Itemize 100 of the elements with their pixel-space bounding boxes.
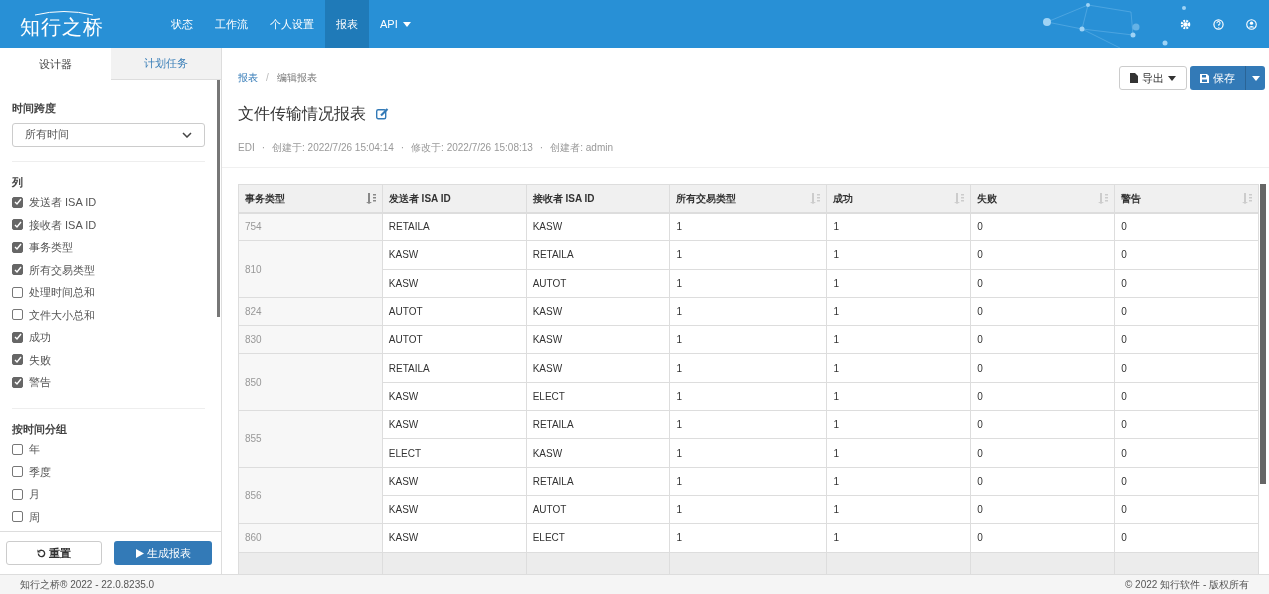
table-cell: 0 [970,438,1115,468]
section-title: 按时间分组 [12,421,68,437]
table-cell: KASW [382,523,527,553]
column-header[interactable]: 所有交易类型 [670,184,827,213]
play-icon [135,548,144,558]
table-cell: 824 [238,297,383,326]
report-meta: EDI [238,141,255,155]
save-dropdown-button[interactable] [1245,66,1265,90]
table-cell: 0 [970,240,1115,270]
column-header[interactable]: 成功 [827,184,971,213]
table-cell: KASW [382,495,527,524]
table-cell: 0 [970,297,1115,326]
checkbox[interactable] [12,488,23,500]
table-cell: 1 [827,495,971,524]
checkbox-label[interactable]: 年 [29,441,40,458]
reset-icon [37,548,46,558]
table-cell: 1 [827,523,971,553]
meta-separator: · [539,141,544,155]
save-icon [1200,73,1209,83]
table-cell: 850 [238,354,383,411]
meta-separator: · [261,141,265,155]
meta-separator: · [400,141,405,155]
checkbox[interactable] [12,264,23,276]
caret-icon [1251,75,1260,81]
checkbox-label[interactable]: 成功 [29,329,51,346]
checkbox[interactable] [12,309,23,321]
table-cell: RETAILA [382,354,527,383]
table-cell: KASW [526,438,670,468]
table-cell: 1 [670,269,827,298]
reset-button[interactable]: 重置 [6,541,102,565]
checkbox[interactable] [12,331,23,343]
checkbox[interactable] [12,376,23,388]
generate-report-button[interactable]: 生成报表 [114,541,212,565]
checkbox-label[interactable]: 警告 [29,374,51,391]
chevron-icon [182,131,192,138]
checkbox-label[interactable]: 事务类型 [29,239,73,256]
table-cell: 0 [970,410,1115,439]
table-cell: AUTOT [526,495,670,524]
sidebar-tab[interactable]: 设计器 [0,48,111,80]
checkbox-label[interactable]: 处理时间总和 [29,284,95,301]
scrollbar[interactable] [1260,184,1266,484]
section-title: 时间跨度 [12,101,57,116]
breadcrumb-link[interactable]: 报表 [238,70,258,85]
table-cell: 1 [670,240,827,270]
table-cell: KASW [526,325,670,354]
checkbox[interactable] [12,466,23,478]
checkbox[interactable] [12,443,23,455]
help-icon[interactable] [1213,18,1224,30]
checkbox-label[interactable]: 季度 [29,463,51,480]
table-cell: 0 [970,354,1115,383]
scrollbar[interactable] [217,80,220,317]
table-cell: 0 [1114,240,1259,270]
settings-icon[interactable] [1180,18,1191,30]
time-span-select[interactable]: 所有时间 [12,122,205,147]
checkbox-label[interactable]: 月 [29,486,40,503]
checkbox-label[interactable]: 发送者 ISA ID [29,194,97,211]
export-button[interactable]: 导出 [1119,66,1187,90]
sort-icon[interactable] [365,192,376,204]
table-cell: 0 [970,382,1115,411]
table-cell: ELECT [526,523,670,553]
column-header[interactable]: 警告 [1114,184,1259,213]
table-cell: 1 [827,438,971,468]
edit-icon[interactable] [376,108,389,120]
column-header[interactable]: 事务类型 [238,184,383,213]
table-cell: 1 [827,467,971,496]
table-cell: 0 [970,212,1115,241]
copyright-text: © 2022 知行软件 - 版权所有 [1124,578,1249,592]
table-cell: 0 [1114,410,1259,439]
column-header[interactable]: 失败 [970,184,1115,213]
table-cell: 1 [670,325,827,354]
checkbox-label[interactable]: 所有交易类型 [29,261,95,278]
column-header[interactable]: 发送者 ISA ID [382,184,527,213]
checkbox[interactable] [12,286,23,298]
column-header[interactable]: 接收者 ISA ID [526,184,670,213]
checkbox[interactable] [12,196,23,208]
checkbox-label[interactable]: 接收者 ISA ID [29,216,97,233]
checkbox[interactable] [12,511,23,523]
checkbox-label[interactable]: 失败 [29,351,51,368]
table-cell: 1 [670,410,827,439]
user-icon[interactable] [1246,18,1257,30]
breadcrumb-separator: / [266,71,269,85]
checkbox[interactable] [12,241,23,253]
checkbox[interactable] [12,219,23,231]
table-cell: 0 [970,495,1115,524]
table-cell: 810 [238,240,383,298]
nav-link[interactable]: 报表 [325,0,369,48]
table-cell: RETAILA [526,467,670,496]
table-cell: KASW [382,240,527,270]
table-cell: 1 [670,212,827,241]
table-cell: 1 [827,354,971,383]
file-icon [1130,73,1138,83]
report-meta: 创建于: 2022/7/26 15:04:14 [272,141,394,155]
save-button[interactable]: 保存 [1190,66,1245,90]
table-cell: 1 [670,354,827,383]
checkbox[interactable] [12,354,23,366]
table-cell: 754 [238,212,383,241]
checkbox-label[interactable]: 文件大小总和 [29,306,95,323]
table-cell: ELECT [526,382,670,411]
checkbox-label[interactable]: 周 [29,508,40,525]
table-cell: KASW [382,382,527,411]
